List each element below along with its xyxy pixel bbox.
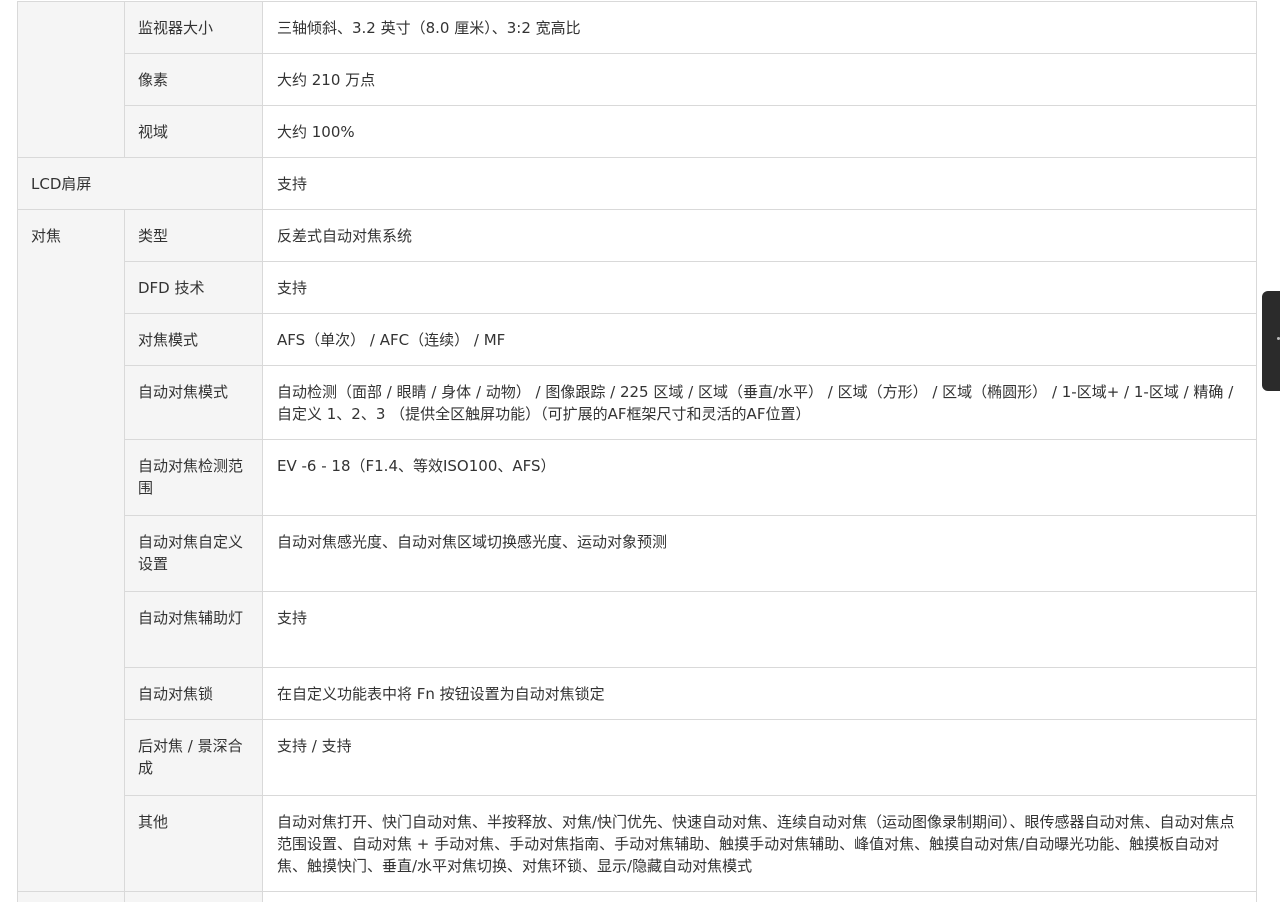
- table-row: 视域 大约 100%: [18, 105, 1257, 158]
- table-row: 自动对焦自定义设置 自动对焦感光度、自动对焦区域切换感光度、运动对象预测: [18, 515, 1257, 592]
- table-row: 后对焦 / 景深合成 支持 / 支持: [18, 719, 1257, 796]
- label-monitor-size: 监视器大小: [124, 1, 263, 54]
- value-af-assist-lamp: 支持: [262, 591, 1257, 668]
- table-row: LCD肩屏 支持: [17, 157, 1257, 210]
- value-field-of-view: 大约 100%: [262, 105, 1257, 158]
- table-row: 其他 自动对焦打开、快门自动对焦、半按释放、对焦/快门优先、快速自动对焦、连续自…: [18, 795, 1257, 892]
- category-focus: 对焦: [17, 209, 125, 892]
- value-af-range: EV -6 - 18（F1.4、等效ISO100、AFS）: [262, 439, 1257, 516]
- value-af-lock: 在自定义功能表中将 Fn 按钮设置为自动对焦锁定: [262, 667, 1257, 720]
- value-monitor-size: 三轴倾斜、3.2 英寸（8.0 厘米）、3:2 宽高比: [262, 1, 1257, 54]
- label-post-focus: 后对焦 / 景深合成: [124, 719, 263, 796]
- table-row: 像素 大约 210 万点: [18, 53, 1257, 106]
- table-row: 自动对焦辅助灯 支持: [18, 591, 1257, 668]
- label-af-assist-lamp: 自动对焦辅助灯: [124, 591, 263, 668]
- table-row: 自动对焦模式 自动检测（面部 / 眼睛 / 身体 / 动物） / 图像跟踪 / …: [18, 365, 1257, 440]
- value-post-focus: 支持 / 支持: [262, 719, 1257, 796]
- table-row: 对焦 类型 反差式自动对焦系统: [17, 209, 1257, 892]
- value-af-mode: 自动检测（面部 / 眼睛 / 身体 / 动物） / 图像跟踪 / 225 区域 …: [262, 365, 1257, 440]
- value-focus-mode: AFS（单次） / AFC（连续） / MF: [262, 313, 1257, 366]
- label-field-of-view: 视域: [124, 105, 263, 158]
- table-row: 自动对焦锁 在自定义功能表中将 Fn 按钮设置为自动对焦锁定: [18, 667, 1257, 720]
- table-row: 监视器大小 三轴倾斜、3.2 英寸（8.0 厘米）、3:2 宽高比: [17, 1, 1257, 158]
- label-focus-type: 类型: [124, 209, 263, 262]
- label-af-range: 自动对焦检测范围: [124, 439, 263, 516]
- value-pixels: 大约 210 万点: [262, 53, 1257, 106]
- value-focus-type: 反差式自动对焦系统: [262, 209, 1257, 262]
- table-row: 对焦模式 AFS（单次） / AFC（连续） / MF: [18, 313, 1257, 366]
- value-lcd-shoulder: 支持: [262, 157, 1257, 210]
- label-focus-mode: 对焦模式: [124, 313, 263, 366]
- label-dfd: DFD 技术: [124, 261, 263, 314]
- label-pixels: 像素: [124, 53, 263, 106]
- label-af-mode: 自动对焦模式: [124, 365, 263, 440]
- table-row: [17, 891, 1257, 902]
- floating-side-tab[interactable]: [1262, 291, 1280, 391]
- spec-page: 监视器大小 三轴倾斜、3.2 英寸（8.0 厘米）、3:2 宽高比 像素 大约 …: [0, 0, 1280, 902]
- value-other: 自动对焦打开、快门自动对焦、半按释放、对焦/快门优先、快速自动对焦、连续自动对焦…: [262, 795, 1257, 892]
- table-row: DFD 技术 支持: [18, 261, 1257, 314]
- label-next: [124, 891, 263, 902]
- category-lcd-shoulder: LCD肩屏: [17, 157, 263, 210]
- label-other: 其他: [124, 795, 263, 892]
- label-af-custom: 自动对焦自定义设置: [124, 515, 263, 592]
- value-next: [262, 891, 1257, 902]
- category-cell-display: [17, 1, 125, 158]
- label-af-lock: 自动对焦锁: [124, 667, 263, 720]
- value-af-custom: 自动对焦感光度、自动对焦区域切换感光度、运动对象预测: [262, 515, 1257, 592]
- category-next: [17, 891, 125, 902]
- table-row: 自动对焦检测范围 EV -6 - 18（F1.4、等效ISO100、AFS）: [18, 439, 1257, 516]
- spec-table: 监视器大小 三轴倾斜、3.2 英寸（8.0 厘米）、3:2 宽高比 像素 大约 …: [17, 1, 1257, 902]
- value-dfd: 支持: [262, 261, 1257, 314]
